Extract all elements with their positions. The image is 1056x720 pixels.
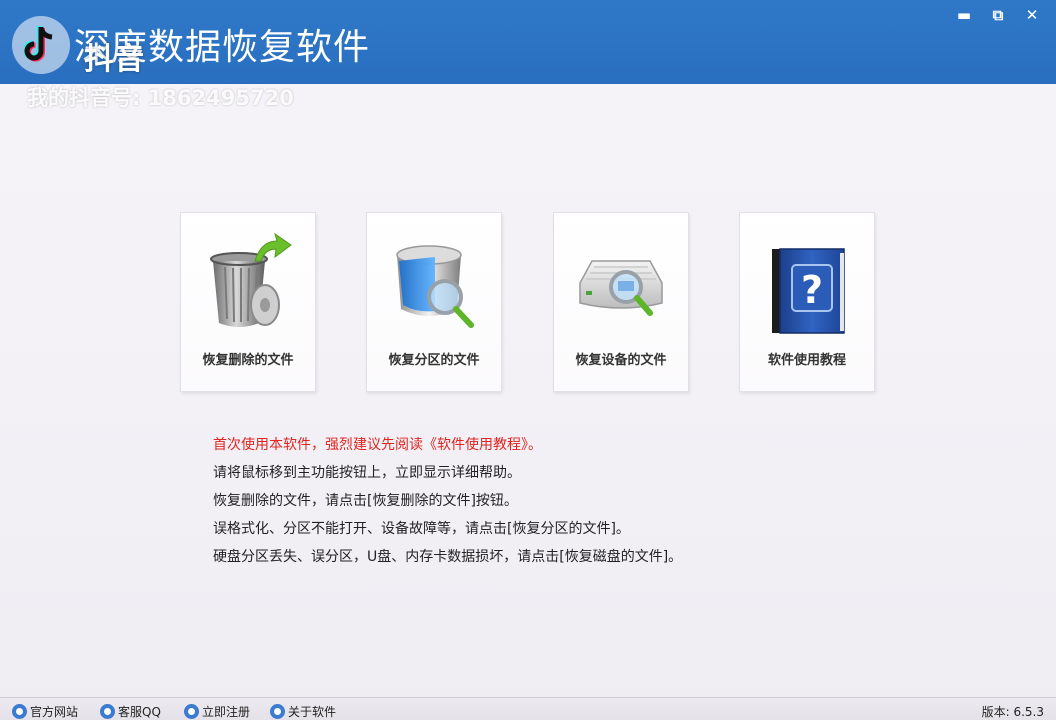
title-bar[interactable]: 深度数据恢复软件 ▬ ⧉ ✕	[0, 0, 1056, 84]
register-icon	[184, 704, 199, 719]
recover-partition-files-button[interactable]: 恢复分区的文件	[366, 212, 502, 392]
tiktok-note-icon	[12, 16, 70, 74]
version-label: 版本: 6.5.3	[981, 705, 1044, 719]
customer-service-qq-label: 客服QQ	[118, 705, 161, 719]
software-tutorial-label: 软件使用教程	[767, 353, 846, 368]
register-now-link[interactable]: 立即注册	[184, 703, 250, 720]
recover-partition-files-label: 恢复分区的文件	[388, 353, 480, 368]
recover-device-files-label: 恢复设备的文件	[575, 353, 667, 368]
recover-device-files-button[interactable]: 恢复设备的文件	[553, 212, 689, 392]
info-icon	[270, 704, 285, 719]
qq-icon	[100, 704, 115, 719]
app-window: 深度数据恢复软件 ▬ ⧉ ✕ 抖音 我的抖音号: 1862495720 恢复删除…	[0, 0, 1056, 720]
help-book-icon: ?	[762, 231, 852, 341]
recycle-bin-restore-icon	[203, 231, 293, 341]
software-tutorial-button[interactable]: ? 软件使用教程	[739, 212, 875, 392]
watermark-account: 我的抖音号: 1862495720	[27, 86, 294, 110]
register-now-label: 立即注册	[202, 705, 251, 719]
official-website-link[interactable]: 官方网站	[12, 703, 78, 720]
about-software-link[interactable]: 关于软件	[270, 703, 336, 720]
device-search-icon	[576, 231, 666, 341]
about-software-label: 关于软件	[288, 705, 337, 719]
recover-deleted-files-button[interactable]: 恢复删除的文件	[180, 212, 316, 392]
home-icon	[12, 704, 27, 719]
restore-button[interactable]: ⧉	[988, 6, 1008, 24]
watermark-brand: 抖音	[84, 42, 144, 77]
recover-deleted-files-label: 恢复删除的文件	[202, 353, 294, 368]
help-text: 首次使用本软件，强烈建议先阅读《软件使用教程》。 请将鼠标移到主功能按钮上，立即…	[213, 431, 682, 571]
close-button[interactable]: ✕	[1022, 6, 1042, 24]
partition-search-icon	[389, 231, 479, 341]
help-line: 硬盘分区丢失、误分区，U盘、内存卡数据损坏，请点击[恢复磁盘的文件]。	[213, 549, 683, 565]
help-line-warning: 首次使用本软件，强烈建议先阅读《软件使用教程》。	[213, 437, 542, 453]
minimize-button[interactable]: ▬	[954, 6, 974, 24]
svg-text:?: ?	[801, 268, 823, 312]
window-controls: ▬ ⧉ ✕	[954, 6, 1042, 24]
help-line: 请将鼠标移到主功能按钮上，立即显示详细帮助。	[213, 465, 521, 481]
customer-service-qq-link[interactable]: 客服QQ	[100, 703, 161, 720]
status-bar: 官方网站 客服QQ 立即注册 关于软件 版本: 6.5.3	[0, 697, 1056, 720]
official-website-label: 官方网站	[30, 705, 79, 719]
help-line: 误格式化、分区不能打开、设备故障等，请点击[恢复分区的文件]。	[213, 521, 630, 537]
help-line: 恢复删除的文件，请点击[恢复删除的文件]按钮。	[213, 493, 518, 509]
